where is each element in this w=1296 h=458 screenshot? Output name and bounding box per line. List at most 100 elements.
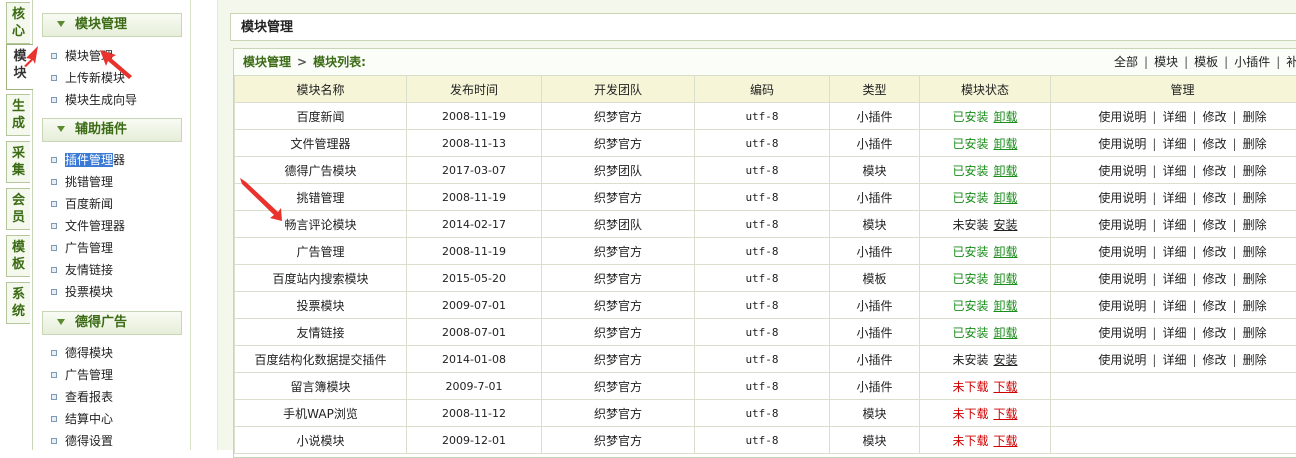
- menu-item[interactable]: 广告管理: [51, 237, 113, 259]
- status-action-link[interactable]: 卸载: [994, 137, 1018, 151]
- manage-link[interactable]: 删除: [1243, 110, 1267, 124]
- encoding: utf-8: [695, 346, 830, 373]
- vtab-0[interactable]: 核心: [6, 2, 30, 44]
- status-action-link[interactable]: 下载: [994, 380, 1018, 394]
- module-type: 小插件: [830, 292, 920, 319]
- menu-section-title: 模块管理: [75, 17, 127, 32]
- manage-link[interactable]: 详细: [1162, 191, 1186, 205]
- manage-link[interactable]: 修改: [1203, 137, 1227, 151]
- manage-link[interactable]: 详细: [1162, 353, 1186, 367]
- manage-link[interactable]: 修改: [1203, 299, 1227, 313]
- manage-link[interactable]: 详细: [1162, 272, 1186, 286]
- manage-link[interactable]: 使用说明: [1098, 137, 1146, 151]
- vtab-6[interactable]: 系统: [6, 282, 30, 324]
- manage-separator: |: [1152, 272, 1156, 286]
- table-row: 畅言评论模块2014-02-17织梦团队utf-8模块未安装安装使用说明|详细|…: [235, 211, 1296, 238]
- dev-team: 织梦官方: [542, 319, 695, 346]
- breadcrumb-root[interactable]: 模块管理: [243, 55, 291, 69]
- menu-item[interactable]: 投票模块: [51, 281, 113, 303]
- manage-link[interactable]: 使用说明: [1098, 164, 1146, 178]
- vtab-4[interactable]: 会员: [6, 188, 30, 230]
- manage-link[interactable]: 修改: [1203, 164, 1227, 178]
- menu-section-header[interactable]: 辅助插件: [42, 118, 182, 142]
- manage-link[interactable]: 删除: [1243, 299, 1267, 313]
- manage-link[interactable]: 修改: [1203, 191, 1227, 205]
- filter-link[interactable]: 全部: [1114, 55, 1138, 69]
- table-row: 百度新闻2008-11-19织梦官方utf-8小插件已安装卸载使用说明|详细|修…: [235, 103, 1296, 130]
- status-text: 已安装: [952, 164, 988, 178]
- status-action-link[interactable]: 安装: [994, 218, 1018, 232]
- vtab-3[interactable]: 采集: [6, 141, 30, 183]
- menu-item[interactable]: 德得模块: [51, 342, 113, 364]
- status-action-link[interactable]: 卸载: [994, 110, 1018, 124]
- status-action-link[interactable]: 卸载: [994, 299, 1018, 313]
- manage-link[interactable]: 详细: [1162, 245, 1186, 259]
- status-action-link[interactable]: 卸载: [994, 245, 1018, 259]
- manage-link[interactable]: 删除: [1243, 326, 1267, 340]
- menu-section-header[interactable]: 模块管理: [42, 13, 182, 37]
- manage-link[interactable]: 详细: [1162, 299, 1186, 313]
- manage-link[interactable]: 使用说明: [1098, 299, 1146, 313]
- manage-link[interactable]: 使用说明: [1098, 110, 1146, 124]
- manage-link[interactable]: 使用说明: [1098, 353, 1146, 367]
- manage-separator: |: [1233, 299, 1237, 313]
- vtab-1[interactable]: 模块: [6, 44, 33, 90]
- dev-team: 织梦官方: [542, 427, 695, 454]
- manage-link[interactable]: 修改: [1203, 326, 1227, 340]
- status-action-link[interactable]: 卸载: [994, 164, 1018, 178]
- manage-link[interactable]: 删除: [1243, 164, 1267, 178]
- filter-link[interactable]: 补: [1286, 55, 1296, 69]
- menu-item[interactable]: 插件管理器: [51, 149, 125, 171]
- manage-link[interactable]: 详细: [1162, 164, 1186, 178]
- manage-link[interactable]: 删除: [1243, 272, 1267, 286]
- status-action-link[interactable]: 下载: [994, 407, 1018, 421]
- menu-item[interactable]: 友情链接: [51, 259, 113, 281]
- vtab-5[interactable]: 模板: [6, 235, 30, 277]
- manage-link[interactable]: 使用说明: [1098, 218, 1146, 232]
- manage-link[interactable]: 修改: [1203, 110, 1227, 124]
- menu-item[interactable]: 查看报表: [51, 386, 113, 408]
- status-action-link[interactable]: 卸载: [994, 272, 1018, 286]
- manage-link[interactable]: 修改: [1203, 218, 1227, 232]
- manage-link[interactable]: 详细: [1162, 326, 1186, 340]
- menu-item[interactable]: 挑错管理: [51, 171, 113, 193]
- menu-item[interactable]: 模块管理: [51, 45, 113, 67]
- manage-link[interactable]: 使用说明: [1098, 245, 1146, 259]
- menu-item[interactable]: 结算中心: [51, 408, 113, 430]
- bullet-icon: [51, 75, 57, 81]
- menu-item[interactable]: 广告管理: [51, 364, 113, 386]
- filter-link[interactable]: 小插件: [1234, 55, 1270, 69]
- manage-link[interactable]: 删除: [1243, 191, 1267, 205]
- menu-item[interactable]: 文件管理器: [51, 215, 125, 237]
- dev-team: 织梦官方: [542, 346, 695, 373]
- status-action-link[interactable]: 卸载: [994, 326, 1018, 340]
- menu-item-label: 挑错管理: [65, 175, 113, 189]
- menu-item-label: 查看报表: [65, 390, 113, 404]
- manage-link[interactable]: 删除: [1243, 353, 1267, 367]
- status-action-link[interactable]: 安装: [994, 353, 1018, 367]
- manage-separator: |: [1192, 299, 1196, 313]
- manage-link[interactable]: 修改: [1203, 272, 1227, 286]
- menu-item[interactable]: 德得设置: [51, 430, 113, 452]
- filter-link[interactable]: 模板: [1194, 55, 1218, 69]
- manage-link[interactable]: 使用说明: [1098, 191, 1146, 205]
- manage-link[interactable]: 详细: [1162, 110, 1186, 124]
- manage-link[interactable]: 修改: [1203, 353, 1227, 367]
- manage-link[interactable]: 使用说明: [1098, 272, 1146, 286]
- manage-link[interactable]: 详细: [1162, 218, 1186, 232]
- manage-link[interactable]: 修改: [1203, 245, 1227, 259]
- manage-link[interactable]: 删除: [1243, 218, 1267, 232]
- manage-link[interactable]: 删除: [1243, 137, 1267, 151]
- manage-link[interactable]: 详细: [1162, 137, 1186, 151]
- filter-link[interactable]: 模块: [1154, 55, 1178, 69]
- menu-item[interactable]: 百度新闻: [51, 193, 113, 215]
- manage-link[interactable]: 删除: [1243, 245, 1267, 259]
- menu-item[interactable]: 上传新模块: [51, 67, 125, 89]
- menu-item[interactable]: 模块生成向导: [51, 89, 137, 111]
- menu-item-label: 器: [113, 153, 125, 167]
- status-action-link[interactable]: 下载: [994, 434, 1018, 448]
- manage-link[interactable]: 使用说明: [1098, 326, 1146, 340]
- menu-section-header[interactable]: 德得广告: [42, 311, 182, 335]
- vtab-2[interactable]: 生成: [6, 94, 30, 136]
- status-action-link[interactable]: 卸载: [994, 191, 1018, 205]
